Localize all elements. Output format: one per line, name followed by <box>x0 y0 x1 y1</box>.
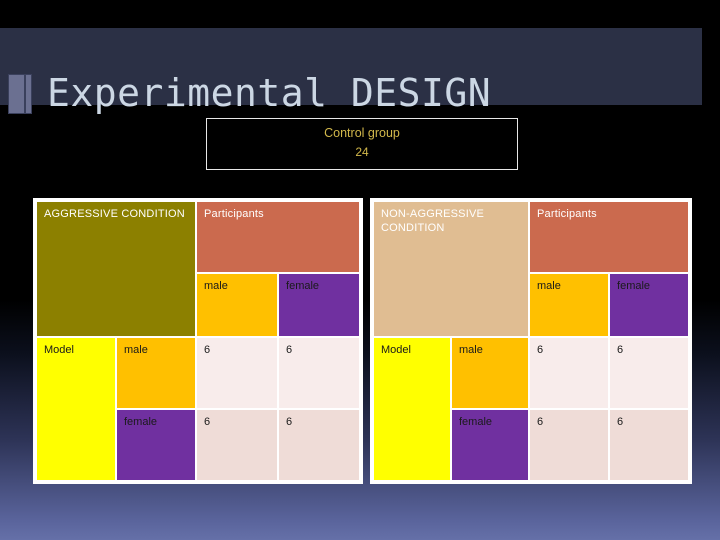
table-row: NON-AGGRESSIVE CONDITION Participants <box>374 202 689 336</box>
participant-col-female: female <box>610 274 689 336</box>
page-title: Experimental DESIGN <box>47 71 492 115</box>
participants-header-cell: Participants <box>197 202 360 272</box>
table-row: AGGRESSIVE CONDITION Participants <box>37 202 360 336</box>
control-group-box: Control group 24 <box>206 118 518 170</box>
cell-model-male-participant-female: 6 <box>610 338 689 408</box>
cell-model-male-participant-male: 6 <box>197 338 278 408</box>
cell-model-male-participant-female: 6 <box>279 338 360 408</box>
table-row: Model male 6 6 <box>374 338 689 480</box>
participants-header-cell: Participants <box>530 202 689 272</box>
participant-col-female: female <box>279 274 360 336</box>
model-row-female: female <box>117 410 196 480</box>
model-header-cell: Model <box>37 338 115 480</box>
slide-title-bar: Experimental DESIGN <box>0 28 702 115</box>
slide-canvas: Experimental DESIGN Control group 24 AGG… <box>0 0 720 540</box>
participant-col-male: male <box>197 274 278 336</box>
cell-model-female-participant-male: 6 <box>530 410 609 480</box>
model-row-female: female <box>452 410 529 480</box>
cell-model-female-participant-male: 6 <box>197 410 278 480</box>
model-row-male: male <box>452 338 529 408</box>
control-group-label: Control group <box>324 126 400 140</box>
nonaggressive-condition-table: NON-AGGRESSIVE CONDITION Participants ma… <box>370 198 693 484</box>
table-row: Model male 6 6 <box>37 338 360 480</box>
cell-model-female-participant-female: 6 <box>279 410 360 480</box>
control-group-count: 24 <box>355 145 369 159</box>
cell-model-female-participant-female: 6 <box>610 410 689 480</box>
condition-header-cell: NON-AGGRESSIVE CONDITION <box>374 202 529 336</box>
model-header-cell: Model <box>374 338 450 480</box>
participant-col-male: male <box>530 274 609 336</box>
model-row-male: male <box>117 338 196 408</box>
condition-header-cell: AGGRESSIVE CONDITION <box>37 202 196 336</box>
rectangle-bar-icon <box>8 74 32 114</box>
cell-model-male-participant-male: 6 <box>530 338 609 408</box>
aggressive-condition-table: AGGRESSIVE CONDITION Participants male f… <box>33 198 364 484</box>
